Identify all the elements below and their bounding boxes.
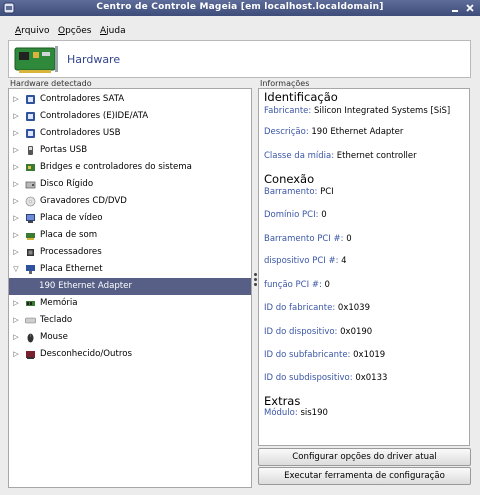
title-bar[interactable]: Centro de Controle Mageia [em localhost.…	[0, 0, 480, 16]
tree-item-processors[interactable]: ▷ Processadores	[9, 244, 251, 261]
hardware-tree[interactable]: ▷ Controladores SATA ▷ Controladores (E)…	[8, 88, 252, 488]
bridge-icon	[26, 164, 35, 171]
tree-item-video-card[interactable]: ▷ Placa de vídeo	[9, 210, 251, 227]
keyboard-icon	[25, 317, 36, 324]
menu-ajuda[interactable]: Ajuda	[100, 26, 126, 36]
memory-icon	[26, 301, 35, 306]
info-barramento: Barramento: PCI	[264, 187, 334, 197]
connection-heading: Conexão	[264, 172, 315, 186]
usb-port-icon	[28, 146, 33, 155]
control-center-window: Centro de Controle Mageia [em localhost.…	[0, 0, 480, 495]
info-descricao: Descrição: 190 Ethernet Adapter	[264, 127, 404, 137]
detected-hardware-label: Hardware detectado	[10, 79, 92, 88]
info-id-dispositivo: ID do dispositivo: 0x0190	[264, 327, 373, 337]
expand-arrow-icon[interactable]: ▷	[12, 159, 20, 176]
section-banner: Hardware	[8, 40, 471, 78]
menu-bar: Arquivo Opções Ajuda	[0, 20, 480, 38]
tree-item-usb-ports[interactable]: ▷ Portas USB	[9, 142, 251, 159]
info-id-subdispositivo: ID do subdispositivo: 0x0133	[264, 373, 388, 383]
tree-item-keyboard[interactable]: ▷ Teclado	[9, 312, 251, 329]
window-title: Centro de Controle Mageia [em localhost.…	[96, 2, 384, 12]
info-fabricante: Fabricante: Silicon Integrated Systems […	[264, 106, 451, 116]
video-card-icon	[26, 214, 35, 223]
collapse-arrow-icon[interactable]: ▽	[12, 261, 20, 278]
processor-icon	[27, 249, 34, 256]
tree-item-usb-controllers[interactable]: ▷ Controladores USB	[9, 125, 251, 142]
sound-card-icon	[26, 233, 35, 240]
information-label: Informações	[260, 79, 310, 88]
info-id-subfabricante: ID do subfabricante: 0x1019	[264, 350, 386, 360]
expand-arrow-icon[interactable]: ▷	[12, 329, 20, 346]
expand-arrow-icon[interactable]: ▷	[12, 142, 20, 159]
info-barramento-pci: Barramento PCI #: 0	[264, 234, 352, 244]
ide-controller-icon	[26, 112, 35, 121]
tree-item-memory[interactable]: ▷ Memória	[9, 295, 251, 312]
tree-item-sata[interactable]: ▷ Controladores SATA	[9, 91, 251, 108]
expand-arrow-icon[interactable]: ▷	[12, 346, 20, 363]
expand-arrow-icon[interactable]: ▷	[12, 312, 20, 329]
info-classe: Classe da mídia: Ethernet controller	[264, 151, 417, 161]
mouse-icon	[27, 333, 34, 343]
expand-arrow-icon[interactable]: ▷	[12, 244, 20, 261]
tree-item-unknown[interactable]: ▷ Desconhecido/Outros	[9, 346, 251, 363]
hardware-card-icon	[14, 46, 58, 73]
tree-item-ethernet[interactable]: ▽ Placa Ethernet	[9, 261, 251, 278]
tree-item-bridges[interactable]: ▷ Bridges e controladores do sistema	[9, 159, 251, 176]
info-modulo: Módulo: sis190	[264, 408, 328, 418]
info-id-fabricante: ID do fabricante: 0x1039	[264, 303, 370, 313]
close-icon[interactable]	[464, 2, 476, 14]
information-panel: Identificação Fabricante: Silicon Integr…	[258, 88, 470, 446]
extras-heading: Extras	[264, 394, 301, 408]
unknown-device-icon	[26, 351, 35, 359]
cd-dvd-icon	[25, 196, 36, 207]
expand-arrow-icon[interactable]: ▷	[12, 227, 20, 244]
menu-arquivo[interactable]: Arquivo	[15, 26, 49, 36]
minimize-icon[interactable]	[449, 2, 461, 14]
info-funcao: função PCI #: 0	[264, 280, 330, 290]
expand-arrow-icon[interactable]: ▷	[12, 91, 20, 108]
info-dispositivo: dispositivo PCI #: 4	[264, 256, 347, 266]
identification-heading: Identificação	[264, 90, 338, 104]
expand-arrow-icon[interactable]: ▷	[12, 108, 20, 125]
tree-item-ethernet-adapter[interactable]: 190 Ethernet Adapter	[9, 278, 251, 295]
tree-item-ide[interactable]: ▷ Controladores (E)IDE/ATA	[9, 108, 251, 125]
banner-title: Hardware	[67, 53, 121, 66]
expand-arrow-icon[interactable]: ▷	[12, 176, 20, 193]
panel-splitter[interactable]	[253, 272, 257, 294]
run-config-tool-button[interactable]: Executar ferramenta de configuração	[258, 467, 471, 485]
tree-item-hard-disk[interactable]: ▷ Disco Rígido	[9, 176, 251, 193]
configure-driver-button[interactable]: Configurar opções do driver atual	[258, 448, 471, 466]
tree-item-sound-card[interactable]: ▷ Placa de som	[9, 227, 251, 244]
usb-controller-icon	[26, 129, 35, 138]
menu-opcoes[interactable]: Opções	[58, 26, 92, 36]
ethernet-card-icon	[26, 265, 35, 274]
info-dominio: Domínio PCI: 0	[264, 210, 327, 220]
sata-controller-icon	[26, 95, 35, 104]
expand-arrow-icon[interactable]: ▷	[12, 193, 20, 210]
expand-arrow-icon[interactable]: ▷	[12, 210, 20, 227]
hard-disk-icon	[25, 181, 36, 189]
tree-item-mouse[interactable]: ▷ Mouse	[9, 329, 251, 346]
expand-arrow-icon[interactable]: ▷	[12, 125, 20, 142]
expand-arrow-icon[interactable]: ▷	[12, 295, 20, 312]
tree-item-cd-dvd[interactable]: ▷ Gravadores CD/DVD	[9, 193, 251, 210]
